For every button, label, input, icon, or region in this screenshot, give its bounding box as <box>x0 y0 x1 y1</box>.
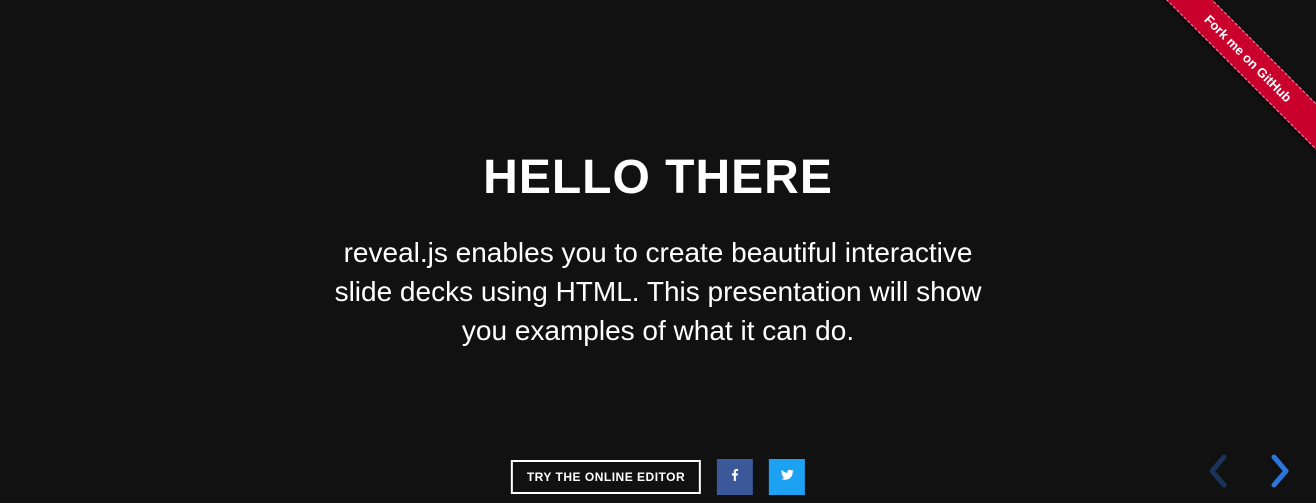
twitter-icon <box>779 467 795 488</box>
slide-heading: HELLO THERE <box>483 150 833 205</box>
chevron-left-icon <box>1204 453 1232 494</box>
slide: HELLO THERE reveal.js enables you to cre… <box>0 0 1316 503</box>
slide-body: reveal.js enables you to create beautifu… <box>328 233 988 351</box>
facebook-icon <box>727 467 743 488</box>
chevron-right-icon <box>1266 453 1294 494</box>
nav-left-button[interactable] <box>1196 451 1240 495</box>
nav-controls <box>1196 451 1302 495</box>
share-twitter-button[interactable] <box>769 459 805 495</box>
bottom-bar: TRY THE ONLINE EDITOR <box>511 459 805 495</box>
share-facebook-button[interactable] <box>717 459 753 495</box>
try-online-editor-button[interactable]: TRY THE ONLINE EDITOR <box>511 460 701 494</box>
nav-right-button[interactable] <box>1258 451 1302 495</box>
